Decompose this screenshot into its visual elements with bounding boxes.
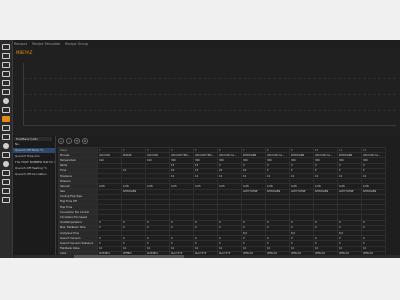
reset-button[interactable]: ⟲ <box>74 138 80 144</box>
chart-icon[interactable] <box>2 71 10 77</box>
chart-panel: MBEYAZ <box>13 47 400 135</box>
copy-icon[interactable] <box>2 134 10 140</box>
remove-step-button[interactable]: − <box>66 138 72 144</box>
list-item[interactable]: Quench Off Temp °C <box>13 148 55 153</box>
breadcrumb-item[interactable]: Recipes <box>14 42 27 46</box>
list-item[interactable]: No. <box>13 142 55 147</box>
chart-gridline <box>24 110 396 111</box>
list-item[interactable]: The TOOF NUMBER that for oven <box>13 160 55 165</box>
fieldbank-panel: FieldBank (L66) No. Quench Off Temp °C Q… <box>13 136 56 258</box>
chart-gridline <box>24 78 396 79</box>
alarm-icon[interactable] <box>2 179 10 185</box>
tool-icon[interactable] <box>2 170 10 176</box>
list-icon[interactable] <box>2 62 10 68</box>
chart-title: MBEYAZ <box>16 50 33 55</box>
list-item[interactable]: Quench Off Heating °C <box>13 166 55 171</box>
table-icon[interactable] <box>2 107 10 113</box>
breadcrumb: Recipes Recipe Template Recipe Group <box>14 42 92 46</box>
edit-icon[interactable] <box>2 125 10 131</box>
list-item[interactable]: Quench Time min <box>13 154 55 159</box>
add-step-button[interactable]: + <box>58 138 64 144</box>
horizontal-scrollbar[interactable] <box>14 255 400 258</box>
clock-icon[interactable] <box>3 161 9 167</box>
breadcrumb-item[interactable]: Recipe Group <box>65 42 88 46</box>
recipe-grid-panel: + − ⟲ ⧉ Steps 1 2 3 4 5 6 7 8 9 10 11 12 Process VACU… <box>56 136 400 258</box>
chart-gridline <box>24 94 396 95</box>
user-icon[interactable] <box>3 98 9 104</box>
gear-icon[interactable] <box>2 197 10 203</box>
recipe-icon[interactable] <box>2 116 10 122</box>
chart-plot-area <box>23 63 396 126</box>
left-toolbar <box>0 40 13 258</box>
recipe-steps-table: Steps 1 2 3 4 5 6 7 8 9 10 11 12 Process VACUUM PURGE V… <box>58 146 386 257</box>
dashboard-icon[interactable] <box>2 44 10 50</box>
mail-icon[interactable] <box>2 188 10 194</box>
panel-header: FieldBank (L66) <box>14 137 52 141</box>
refresh-icon[interactable] <box>3 143 9 149</box>
monitor-icon[interactable] <box>2 53 10 59</box>
folder-icon[interactable] <box>2 80 10 86</box>
grid-toolbar: + − ⟲ ⧉ <box>58 138 88 144</box>
app-window: Recipes Recipe Template Recipe Group MBE… <box>0 40 400 258</box>
duplicate-button[interactable]: ⧉ <box>82 138 88 144</box>
breadcrumb-item[interactable]: Recipe Template <box>32 42 60 46</box>
list-item[interactable]: Quench Off Circulation <box>13 172 55 177</box>
scrollbar-thumb[interactable] <box>74 255 184 258</box>
settings-icon[interactable] <box>2 152 10 158</box>
document-icon[interactable] <box>2 89 10 95</box>
